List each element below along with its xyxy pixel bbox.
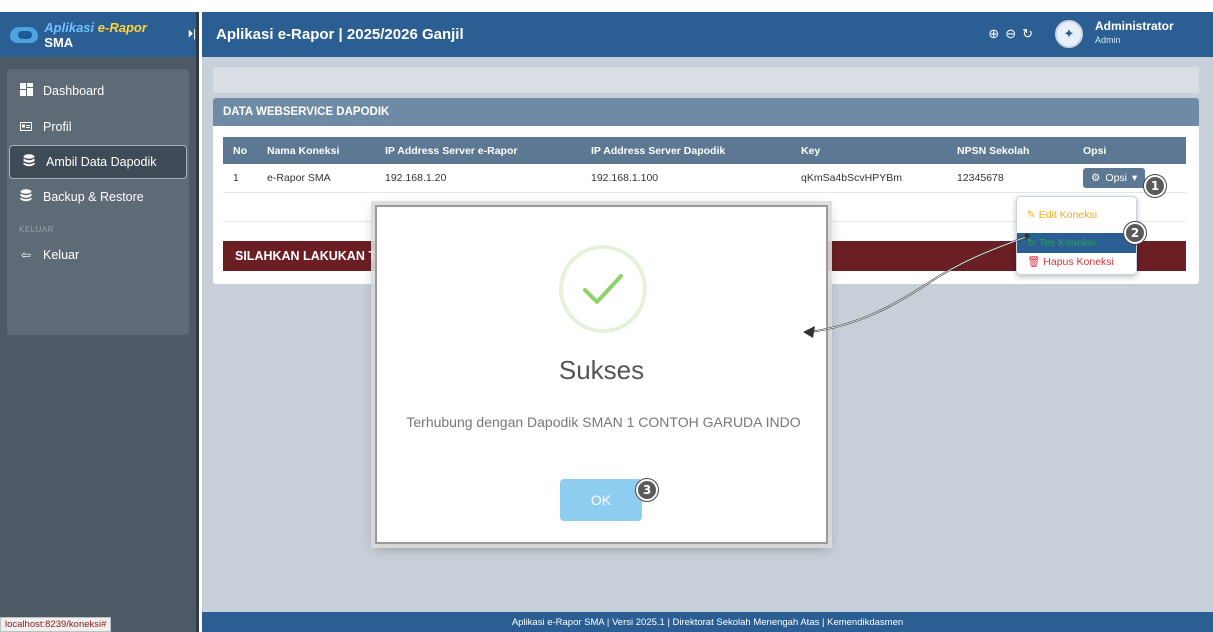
database-icon xyxy=(19,189,33,205)
options-dropdown-menu: ✎ Edit Koneksi ↻ Tes Koneksi 🗑 Hapus Kon… xyxy=(1016,196,1137,275)
status-bar-url: localhost:8239/koneksi# xyxy=(0,617,112,632)
page-title: Aplikasi e-Rapor | 2025/2026 Ganjil xyxy=(216,26,464,43)
breadcrumb-bar xyxy=(213,67,1199,93)
step-badge-2: 2 xyxy=(1124,222,1146,244)
sidebar-item-backup-restore[interactable]: Backup & Restore xyxy=(7,179,189,215)
header-tools: ⊕ ⊖ ↻ xyxy=(988,26,1033,42)
brand-logo-icon xyxy=(10,26,39,43)
zoom-out-icon[interactable]: ⊖ xyxy=(1005,26,1016,42)
sidebar-section-label: KELUAR xyxy=(19,225,55,234)
sidebar-item-ambil-data-dapodik[interactable]: Ambil Data Dapodik xyxy=(9,145,187,179)
column-header: IP Address Server Dapodik xyxy=(581,137,791,164)
school-emblem-icon: ✦ xyxy=(1063,26,1075,41)
top-header: Aplikasi e-Rapor | 2025/2026 Ganjil ⊕ ⊖ … xyxy=(202,12,1213,57)
dashboard-icon xyxy=(19,83,33,99)
logout-icon: ⇦ xyxy=(20,248,32,262)
sidebar-brand[interactable]: Aplikasi e-Rapor SMA ⏵| xyxy=(0,12,196,57)
column-header: Opsi xyxy=(1073,137,1186,164)
sidebar-item-keluar[interactable]: ⇦ Keluar xyxy=(7,237,189,273)
caret-down-icon: ▾ xyxy=(1132,171,1138,184)
sidebar: Aplikasi e-Rapor SMA ⏵| Dashboard Profil… xyxy=(0,12,199,632)
trash-icon: 🗑 xyxy=(1027,256,1041,268)
sidebar-item-profil[interactable]: Profil xyxy=(7,109,189,145)
sidebar-menu: Dashboard Profil Ambil Data Dapodik Back… xyxy=(7,69,189,335)
ok-button[interactable]: OK xyxy=(560,479,642,521)
profile-card-icon xyxy=(19,120,33,134)
user-role: Admin xyxy=(1095,35,1121,45)
sidebar-item-label: Ambil Data Dapodik xyxy=(46,155,157,169)
sidebar-item-label: Dashboard xyxy=(43,84,105,98)
sidebar-item-label: Profil xyxy=(43,120,72,134)
options-button[interactable]: ⚙ Opsi ▾ xyxy=(1083,167,1146,188)
cell-key: qKmSa4bScvHPYBm xyxy=(791,164,947,193)
options-label: Opsi xyxy=(1105,171,1128,184)
sidebar-item-dashboard[interactable]: Dashboard xyxy=(7,73,189,109)
menu-item-label: Tes Koneksi xyxy=(1038,237,1096,249)
user-menu[interactable]: Administrator Admin xyxy=(1095,19,1195,45)
dialog-title: Sukses xyxy=(558,355,645,385)
cell-no: 1 xyxy=(223,164,257,193)
gear-icon: ⚙ xyxy=(1091,171,1101,184)
menu-item-test-connection[interactable]: ↻ Tes Koneksi xyxy=(1017,233,1136,253)
panel-title: DATA WEBSERVICE DAPODIK xyxy=(213,98,1199,126)
collapse-sidebar-icon[interactable]: ⏵| xyxy=(188,28,196,41)
cell-ip-erapor: 192.168.1.20 xyxy=(375,164,581,193)
edit-icon: ✎ xyxy=(1027,209,1036,221)
user-name: Administrator xyxy=(1095,19,1174,33)
brand-name: Aplikasi e-Rapor SMA xyxy=(44,19,147,50)
menu-item-label: Hapus Koneksi xyxy=(1043,256,1114,268)
menu-item-label: Edit Koneksi xyxy=(1038,209,1098,221)
refresh-icon: ↻ xyxy=(1027,237,1039,249)
step-badge-3: 3 xyxy=(636,479,658,501)
column-header: Key xyxy=(791,137,947,164)
footer: Aplikasi e-Rapor SMA | Versi 2025.1 | Di… xyxy=(202,612,1213,632)
cell-name: e-Rapor SMA xyxy=(257,164,375,193)
zoom-in-icon[interactable]: ⊕ xyxy=(988,26,999,42)
reset-zoom-icon[interactable]: ↻ xyxy=(1022,26,1033,42)
sidebar-item-label: Backup & Restore xyxy=(43,190,144,204)
cell-ip-dapodik: 192.168.1.100 xyxy=(581,164,791,193)
table-row: 1 e-Rapor SMA 192.168.1.20 192.168.1.100… xyxy=(223,164,1186,193)
column-header: No xyxy=(223,137,257,164)
page-top-edge xyxy=(0,0,1213,12)
dialog-message: Terhubung dengan Dapodik SMAN 1 CONTOH G… xyxy=(406,414,801,430)
column-header: NPSN Sekolah xyxy=(947,137,1073,164)
database-icon xyxy=(22,154,36,170)
connections-table: No Nama Koneksi IP Address Server e-Rapo… xyxy=(223,137,1186,193)
success-check-icon xyxy=(559,245,647,333)
avatar[interactable]: ✦ xyxy=(1055,20,1083,48)
column-header: IP Address Server e-Rapor xyxy=(375,137,581,164)
cell-npsn: 12345678 xyxy=(947,164,1073,193)
success-dialog: Sukses Terhubung dengan Dapodik SMAN 1 C… xyxy=(375,205,828,544)
menu-item-delete-connection[interactable]: 🗑 Hapus Koneksi xyxy=(1027,255,1114,268)
table-header-row: No Nama Koneksi IP Address Server e-Rapo… xyxy=(223,137,1186,164)
menu-item-edit-connection[interactable]: ✎ Edit Koneksi xyxy=(1027,209,1097,221)
cell-options: ⚙ Opsi ▾ xyxy=(1073,164,1186,193)
column-header: Nama Koneksi xyxy=(257,137,375,164)
step-badge-1: 1 xyxy=(1144,175,1166,197)
sidebar-item-label: Keluar xyxy=(43,248,80,262)
